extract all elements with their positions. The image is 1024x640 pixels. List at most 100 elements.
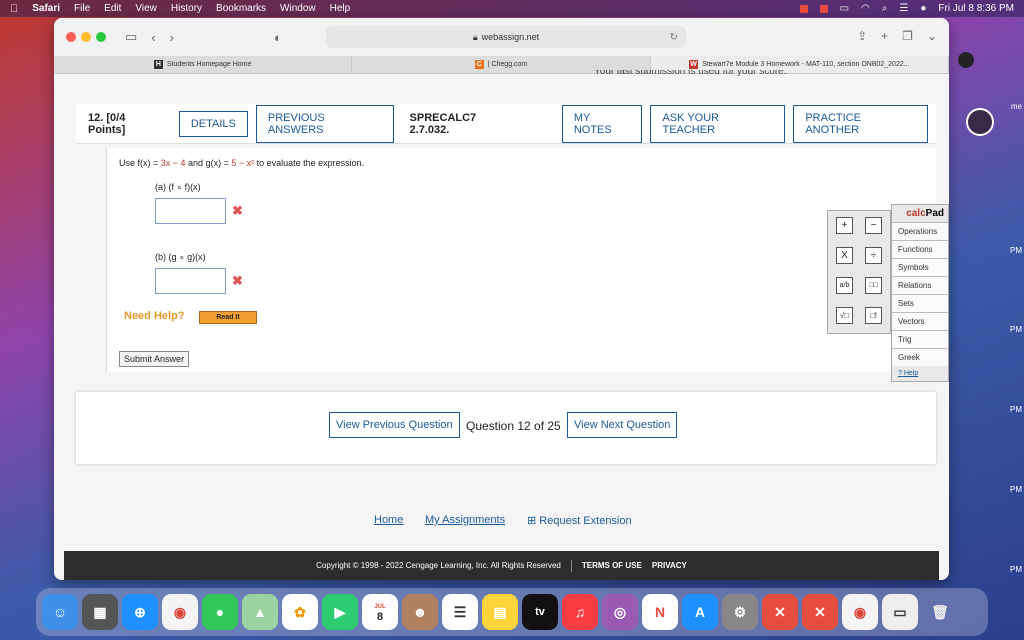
finder-icon[interactable]: ☺ [42,594,78,630]
wifi-icon[interactable]: ◠ [861,3,870,14]
trash-icon[interactable]: 🗑︎ [922,594,958,630]
clock[interactable]: Fri Jul 8 8:36 PM [938,3,1014,14]
sqrt-key[interactable]: √□ [836,307,853,324]
calcpad-symbols[interactable]: Symbols [892,258,948,276]
practice-another-button[interactable]: PRACTICE ANOTHER [793,104,928,143]
chrome-icon[interactable]: ◉ [162,594,198,630]
calcpad-sets[interactable]: Sets [892,294,948,312]
details-button[interactable]: DETAILS [178,110,248,137]
reload-icon[interactable]: ↻ [670,32,678,43]
apple-tv-icon[interactable]: tv [522,594,558,630]
desktop-pm-label: PM [1010,565,1022,574]
launchpad-icon[interactable]: ▦ [82,594,118,630]
menu-bookmarks[interactable]: Bookmarks [216,3,266,14]
privacy-link[interactable]: PRIVACY [652,561,687,570]
messages-icon[interactable]: ● [202,594,238,630]
calcpad-functions[interactable]: Functions [892,240,948,258]
lock-icon: 🔒︎ [472,31,478,42]
menu-edit[interactable]: Edit [104,3,121,14]
music-icon[interactable]: ♫ [562,594,598,630]
share-icon[interactable]: ⇪ [857,29,867,43]
calcpad-operations[interactable]: Operations [892,222,948,240]
minimize-window-button[interactable] [81,32,91,42]
view-previous-question-button[interactable]: View Previous Question [329,412,460,438]
question-header: 12. [0/4 Points] DETAILS PREVIOUS ANSWER… [76,104,936,144]
battery-icon[interactable]: ▭ [840,3,849,14]
siri-icon[interactable]: ● [920,3,926,14]
part-a-answer-input[interactable] [155,198,226,224]
calendar-icon[interactable]: JUL 8 [362,594,398,630]
sidebar-icon[interactable]: ▭ [125,29,137,45]
shield-icon[interactable]: ◐ [274,30,282,45]
menu-file[interactable]: File [74,3,90,14]
new-tab-icon[interactable]: + [881,29,888,43]
calcpad-trig[interactable]: Trig [892,330,948,348]
app-store-icon[interactable]: A [682,594,718,630]
preview-icon[interactable]: ▭ [882,594,918,630]
calcpad-help-link[interactable]: ? Help [892,366,948,381]
tab-overview-icon[interactable]: ❐ [902,29,913,43]
plus-key[interactable]: + [836,217,853,234]
apple-icon[interactable]:  [10,3,18,15]
contacts-icon[interactable]: ☻ [402,594,438,630]
calcpad-relations[interactable]: Relations [892,276,948,294]
extension-icon[interactable] [799,4,808,13]
spotlight-icon[interactable]: ⌕ [882,3,888,14]
menu-app-safari[interactable]: Safari [32,3,60,14]
divide-key[interactable]: ÷ [865,247,882,264]
help-icon: ? [898,370,902,377]
factorial-key[interactable]: □! [865,307,882,324]
maps-icon[interactable]: ▲ [242,594,278,630]
my-notes-button[interactable]: MY NOTES [561,104,643,143]
forward-icon[interactable]: › [170,30,174,45]
news-icon[interactable]: N [642,594,678,630]
read-it-button[interactable]: Read It [199,311,257,324]
copyright-text: Copyright © 1998 - 2022 Cengage Learning… [316,561,561,570]
app-icon[interactable]: ✕ [762,594,798,630]
close-window-button[interactable] [66,32,76,42]
part-b-answer-input[interactable] [155,268,226,294]
facetime-icon[interactable]: ▶ [322,594,358,630]
chevron-down-icon[interactable]: ⌄ [927,29,937,43]
app-icon-2[interactable]: ✕ [802,594,838,630]
menu-history[interactable]: History [171,3,202,14]
back-icon[interactable]: ‹ [151,30,155,45]
ask-teacher-button[interactable]: ASK YOUR TEACHER [650,104,786,143]
system-preferences-icon[interactable]: ⚙ [722,594,758,630]
submit-answer-button[interactable]: Submit Answer [119,351,190,367]
avatar[interactable] [966,108,994,136]
dock: ☺ ▦ ⊕ ◉ ● ▲ ✿ ▶ JUL 8 ☻ ☰ ▤ tv ♫ ◎ N A ⚙ … [36,588,988,636]
multiply-key[interactable]: X [836,247,853,264]
tab-students-homepage[interactable]: H Students Homepage Home [54,56,353,73]
control-center-icon[interactable]: ☰ [899,3,908,14]
fraction-key[interactable]: a/b [836,277,853,294]
exponent-key[interactable]: □□ [865,277,882,294]
terms-of-use-link[interactable]: TERMS OF USE [582,561,642,570]
address-bar[interactable]: 🔒︎ webassign.net ↻ [326,26,686,48]
calcpad-vectors[interactable]: Vectors [892,312,948,330]
incorrect-x-icon: ✖ [232,273,243,288]
desktop-pm-label: PM [1010,325,1022,334]
desktop-pm-label: PM [1010,485,1022,494]
menu-view[interactable]: View [135,3,157,14]
profile-icon[interactable] [958,52,974,68]
request-extension-link[interactable]: ⊞ Request Extension [527,514,632,527]
safari-icon[interactable]: ⊕ [122,594,158,630]
menu-window[interactable]: Window [280,3,316,14]
zoom-window-button[interactable] [96,32,106,42]
chegg-favicon-icon: C [474,60,484,69]
notes-icon[interactable]: ▤ [482,594,518,630]
photos-icon[interactable]: ✿ [282,594,318,630]
menu-help[interactable]: Help [330,3,351,14]
chrome-app-icon[interactable]: ◉ [842,594,878,630]
reminders-icon[interactable]: ☰ [442,594,478,630]
previous-answers-button[interactable]: PREVIOUS ANSWERS [255,104,394,143]
my-assignments-link[interactable]: My Assignments [425,514,505,526]
calcpad-greek[interactable]: Greek [892,348,948,366]
view-next-question-button[interactable]: View Next Question [567,412,678,438]
podcasts-icon[interactable]: ◎ [602,594,638,630]
minus-key[interactable]: − [865,217,882,234]
home-link[interactable]: Home [374,514,403,526]
extension-icon-2[interactable] [819,4,828,13]
part-a-label: (a) (f ∘ f)(x) [155,182,201,192]
